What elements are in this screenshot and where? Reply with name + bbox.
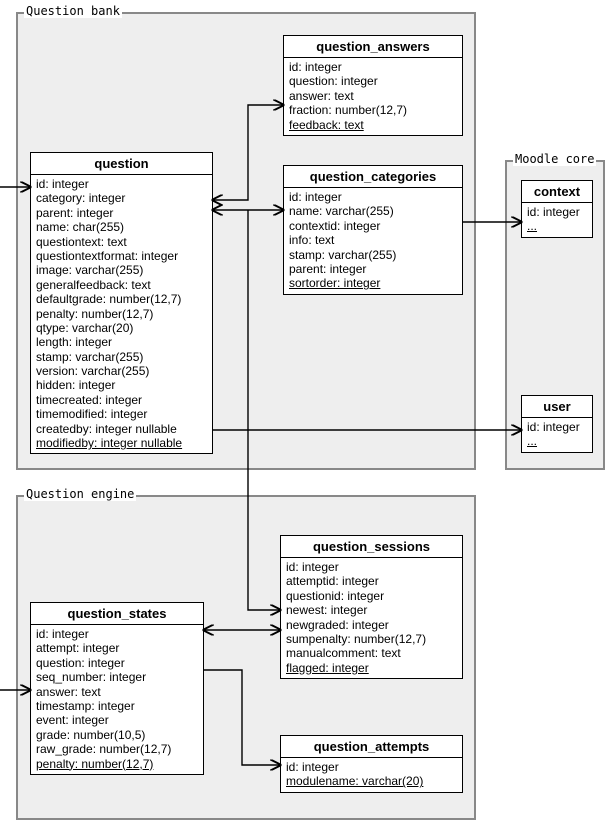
entity-fields-question-answers: id: integerquestion: integeranswer: text… xyxy=(284,58,462,135)
field-row: defaultgrade: number(12,7) xyxy=(36,292,207,306)
entity-context: context id: integer... xyxy=(521,180,593,238)
field-row: timestamp: integer xyxy=(36,699,198,713)
field-row: id: integer xyxy=(527,205,587,219)
field-row: questionid: integer xyxy=(286,589,457,603)
entity-question-categories: question_categories id: integername: var… xyxy=(283,165,463,295)
field-row: id: integer xyxy=(36,177,207,191)
field-row: grade: number(10,5) xyxy=(36,728,198,742)
field-row: id: integer xyxy=(36,627,198,641)
field-row: questiontext: text xyxy=(36,235,207,249)
field-row: fraction: number(12,7) xyxy=(289,103,457,117)
field-row: info: text xyxy=(289,233,457,247)
entity-title-question-attempts: question_attempts xyxy=(281,736,462,758)
entity-title-question-sessions: question_sessions xyxy=(281,536,462,558)
field-row: timemodified: integer xyxy=(36,407,207,421)
field-row: timecreated: integer xyxy=(36,393,207,407)
entity-question-answers: question_answers id: integerquestion: in… xyxy=(283,35,463,136)
field-row: category: integer xyxy=(36,191,207,205)
field-row: question: integer xyxy=(289,74,457,88)
entity-question: question id: integercategory: integerpar… xyxy=(30,152,213,454)
field-row: hidden: integer xyxy=(36,378,207,392)
field-row: id: integer xyxy=(527,420,587,434)
field-row: generalfeedback: text xyxy=(36,278,207,292)
field-row: modulename: varchar(20) xyxy=(286,774,457,788)
entity-fields-question: id: integercategory: integerparent: inte… xyxy=(31,175,212,453)
field-row: sumpenalty: number(12,7) xyxy=(286,632,457,646)
entity-fields-question-sessions: id: integerattemptid: integerquestionid:… xyxy=(281,558,462,678)
field-row: id: integer xyxy=(286,560,457,574)
entity-title-user: user xyxy=(522,396,592,418)
field-row: raw_grade: number(12,7) xyxy=(36,742,198,756)
entity-title-question-categories: question_categories xyxy=(284,166,462,188)
field-row: parent: integer xyxy=(36,206,207,220)
field-row: ... xyxy=(527,434,587,448)
field-row: image: varchar(255) xyxy=(36,263,207,277)
field-row: length: integer xyxy=(36,335,207,349)
field-row: questiontextformat: integer xyxy=(36,249,207,263)
field-row: name: char(255) xyxy=(36,220,207,234)
group-label-moodle-core: Moodle core xyxy=(513,152,596,166)
group-label-question-engine: Question engine xyxy=(24,487,136,501)
entity-question-sessions: question_sessions id: integerattemptid: … xyxy=(280,535,463,679)
field-row: newest: integer xyxy=(286,603,457,617)
field-row: id: integer xyxy=(289,190,457,204)
field-row: createdby: integer nullable xyxy=(36,422,207,436)
entity-user: user id: integer... xyxy=(521,395,593,453)
field-row: question: integer xyxy=(36,656,198,670)
field-row: stamp: varchar(255) xyxy=(289,248,457,262)
field-row: stamp: varchar(255) xyxy=(36,350,207,364)
entity-title-question: question xyxy=(31,153,212,175)
field-row: answer: text xyxy=(36,685,198,699)
entity-fields-context: id: integer... xyxy=(522,203,592,237)
field-row: contextid: integer xyxy=(289,219,457,233)
group-label-question-bank: Question bank xyxy=(24,4,122,18)
field-row: id: integer xyxy=(289,60,457,74)
field-row: attemptid: integer xyxy=(286,574,457,588)
field-row: version: varchar(255) xyxy=(36,364,207,378)
field-row: modifiedby: integer nullable xyxy=(36,436,207,450)
field-row: seq_number: integer xyxy=(36,670,198,684)
entity-question-attempts: question_attempts id: integermodulename:… xyxy=(280,735,463,793)
entity-fields-question-categories: id: integername: varchar(255)contextid: … xyxy=(284,188,462,294)
field-row: newgraded: integer xyxy=(286,618,457,632)
entity-fields-question-attempts: id: integermodulename: varchar(20) xyxy=(281,758,462,792)
field-row: name: varchar(255) xyxy=(289,204,457,218)
field-row: penalty: number(12,7) xyxy=(36,757,198,771)
field-row: answer: text xyxy=(289,89,457,103)
field-row: attempt: integer xyxy=(36,641,198,655)
field-row: qtype: varchar(20) xyxy=(36,321,207,335)
entity-question-states: question_states id: integerattempt: inte… xyxy=(30,602,204,775)
field-row: ... xyxy=(527,219,587,233)
field-row: event: integer xyxy=(36,713,198,727)
entity-title-question-answers: question_answers xyxy=(284,36,462,58)
field-row: manualcomment: text xyxy=(286,646,457,660)
entity-fields-question-states: id: integerattempt: integerquestion: int… xyxy=(31,625,203,774)
field-row: flagged: integer xyxy=(286,661,457,675)
entity-title-context: context xyxy=(522,181,592,203)
field-row: id: integer xyxy=(286,760,457,774)
entity-title-question-states: question_states xyxy=(31,603,203,625)
field-row: penalty: number(12,7) xyxy=(36,307,207,321)
field-row: parent: integer xyxy=(289,262,457,276)
entity-fields-user: id: integer... xyxy=(522,418,592,452)
field-row: feedback: text xyxy=(289,118,457,132)
field-row: sortorder: integer xyxy=(289,276,457,290)
